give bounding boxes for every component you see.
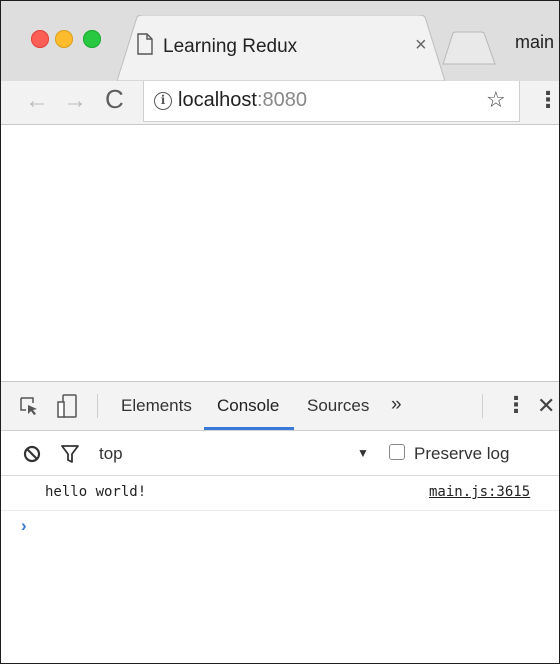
console-message: hello world! main.js:3615 (1, 476, 559, 511)
tab-close-icon[interactable]: × (415, 35, 427, 55)
toolbar-divider (482, 394, 483, 418)
browser-toolbar: ← → C i localhost:8080 ☆ ⋮ (1, 81, 559, 125)
console-filter-bar: top ▼ Preserve log (1, 431, 559, 476)
window-minimize-button[interactable] (55, 30, 73, 48)
inspect-element-icon[interactable] (19, 396, 39, 416)
tab-strip: Learning Redux × main (1, 1, 559, 81)
console-message-text: hello world! (45, 484, 147, 500)
filter-icon[interactable] (61, 444, 79, 464)
browser-window: Learning Redux × main ← → C i localhost:… (0, 0, 560, 664)
clear-console-icon[interactable] (23, 445, 41, 463)
active-tab-indicator (204, 427, 294, 430)
console-prompt-icon[interactable]: › (21, 516, 27, 536)
browser-menu-icon[interactable]: ⋮ (537, 89, 559, 111)
bookmark-star-icon[interactable]: ☆ (486, 87, 506, 113)
url-host: localhost (178, 89, 257, 111)
toolbar-divider (97, 394, 98, 418)
chevron-down-icon[interactable]: ▼ (357, 446, 369, 460)
url-text: localhost:8080 (178, 89, 307, 112)
console-source-link[interactable]: main.js:3615 (429, 484, 530, 500)
info-icon[interactable]: i (154, 92, 172, 110)
profile-label[interactable]: main (515, 32, 554, 53)
tab-elements[interactable]: Elements (121, 396, 192, 416)
address-bar[interactable]: i localhost:8080 ☆ (143, 81, 520, 122)
preserve-log-label[interactable]: Preserve log (414, 444, 509, 464)
forward-arrow-icon[interactable]: → (63, 87, 87, 115)
window-close-button[interactable] (31, 30, 49, 48)
url-port: :8080 (256, 89, 307, 111)
back-arrow-icon[interactable]: ← (25, 87, 49, 115)
new-tab-button[interactable] (441, 31, 497, 65)
tab-console[interactable]: Console (217, 396, 279, 416)
tab-learning-redux[interactable]: Learning Redux × (117, 15, 445, 81)
devtools-menu-icon[interactable]: ⋮ (505, 392, 527, 418)
window-maximize-button[interactable] (83, 30, 101, 48)
page-icon (137, 33, 153, 55)
page-viewport (1, 125, 559, 381)
more-tabs-icon[interactable]: » (391, 394, 402, 416)
devtools-close-icon[interactable]: ✕ (537, 393, 555, 419)
devtools-panel: Elements Console Sources » ⋮ ✕ top ▼ Pre… (1, 381, 559, 663)
reload-icon[interactable]: C (105, 85, 124, 113)
tab-title: Learning Redux (163, 36, 298, 57)
tab-sources[interactable]: Sources (307, 396, 369, 416)
devtools-tabbar: Elements Console Sources » ⋮ ✕ (1, 382, 559, 431)
device-toolbar-icon[interactable] (57, 394, 77, 418)
preserve-log-checkbox[interactable] (389, 444, 405, 460)
context-selector[interactable]: top (99, 444, 123, 464)
